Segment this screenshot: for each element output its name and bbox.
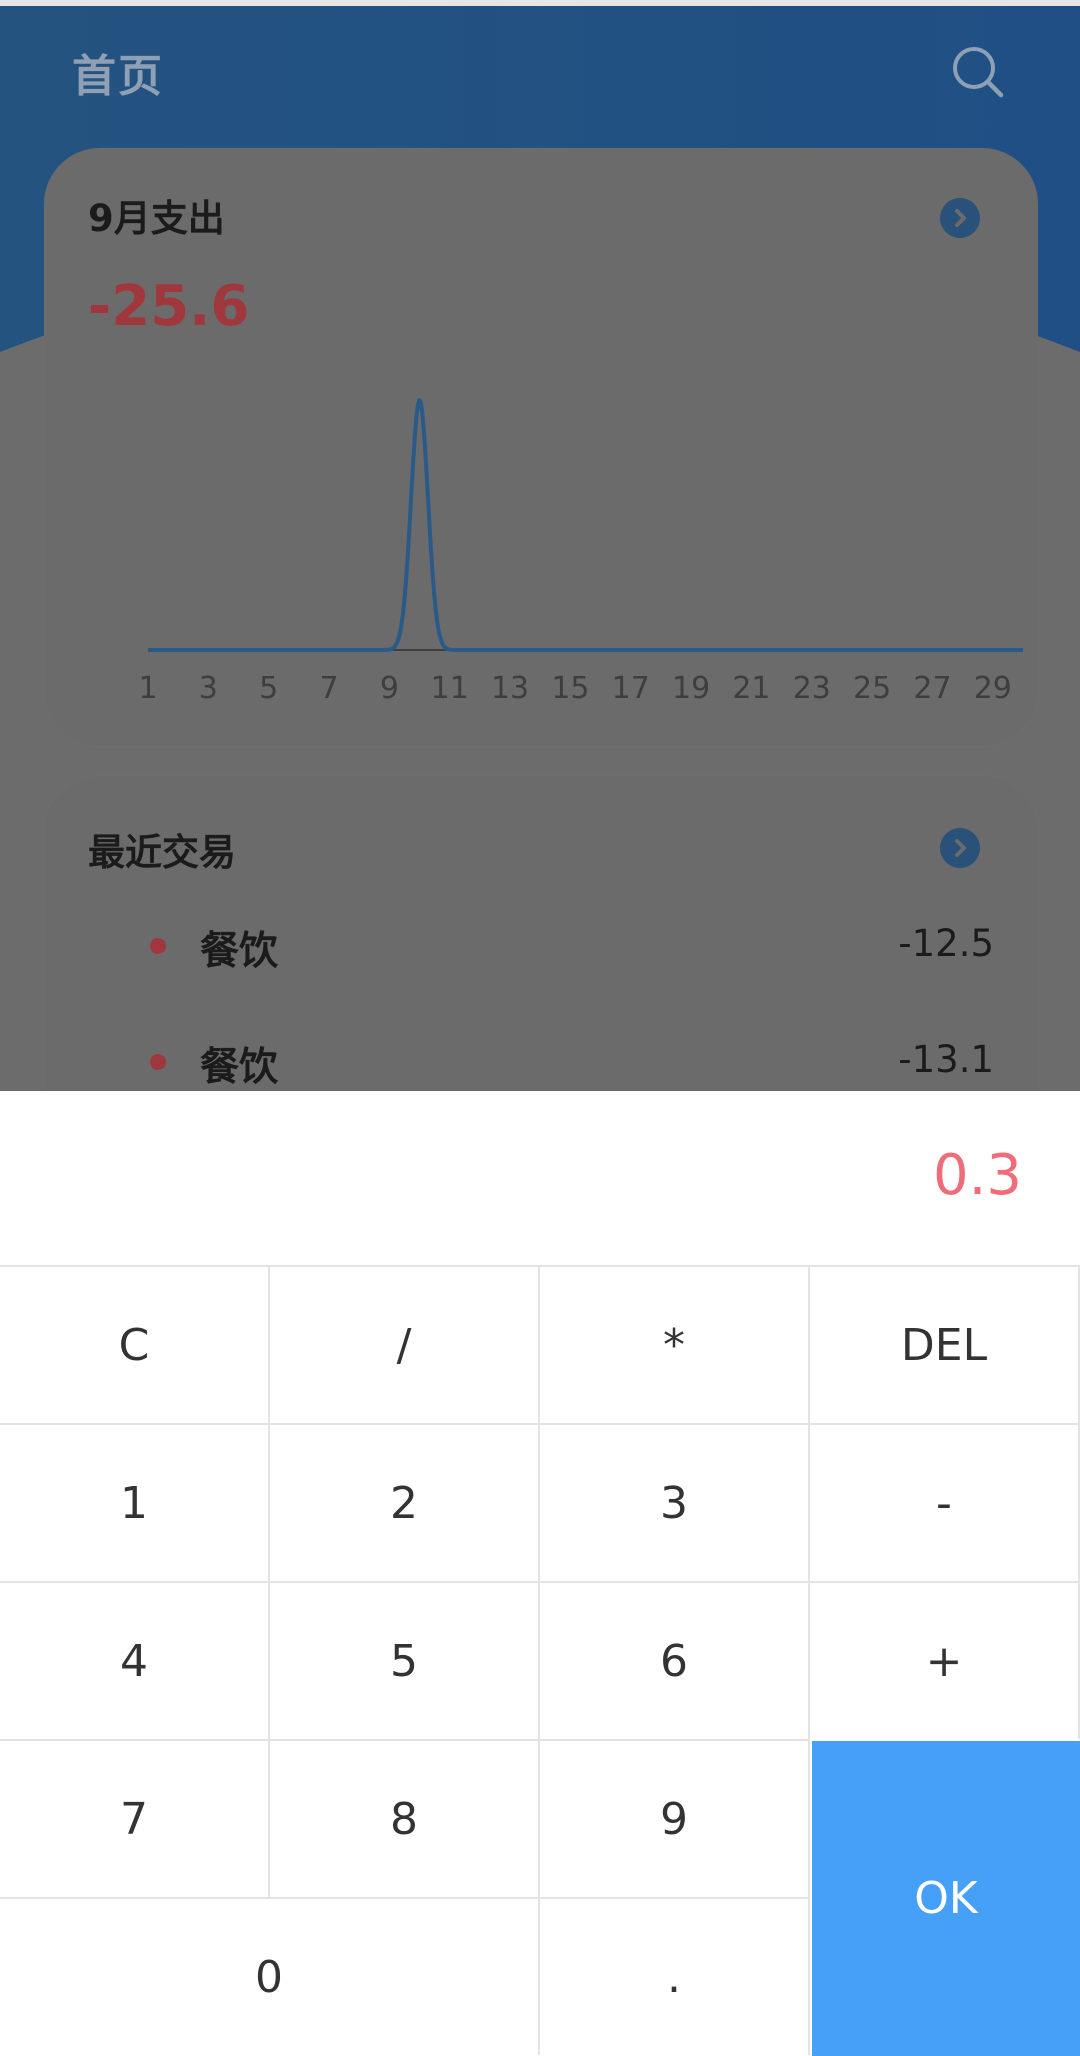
x-tick-label: 25 [853,671,891,706]
page-title: 首页 [72,51,164,102]
key-1[interactable]: 1 [0,1423,270,1581]
key-9[interactable]: 9 [540,1739,810,1897]
x-tick-label: 13 [491,671,529,706]
key-7[interactable]: 7 [0,1739,270,1897]
x-tick-label: 27 [913,671,951,706]
ok-button[interactable]: OK [812,1741,1080,2056]
x-tick-label: 5 [259,671,278,706]
key-clear[interactable]: C [0,1265,270,1423]
expense-line-chart: 1 3 5 7 9 11 13 15 17 19 21 23 25 27 29 [138,398,1024,706]
x-tick-label: 15 [551,671,589,706]
key-8[interactable]: 8 [270,1739,540,1897]
x-tick-label: 17 [612,671,650,706]
key-dot[interactable]: . [540,1897,810,2055]
x-tick-label: 9 [380,671,399,706]
transaction-row[interactable]: 餐饮 -12.5 [88,916,994,976]
expense-total: -25.6 [88,274,250,339]
key-multiply[interactable]: * [540,1265,810,1423]
chevron-right-icon [955,839,966,857]
category-dot [150,938,166,954]
expense-card-title: 9月支出 [88,197,225,240]
key-3[interactable]: 3 [540,1423,810,1581]
x-tick-label: 11 [431,671,469,706]
monthly-expense-card[interactable]: 9月支出 -25.6 1 3 5 7 9 11 13 15 17 19 21 23 25 27 29 [44,148,1038,746]
x-tick-label: 3 [199,671,218,706]
expense-detail-button[interactable] [940,198,980,238]
amount-keypad: 0.3 C / * DEL 1 2 3 - 4 5 6 + 7 8 9 0 . … [0,1091,1080,2056]
category-dot [150,1054,166,1070]
search-icon[interactable] [950,44,1006,100]
key-divide[interactable]: / [270,1265,540,1423]
transaction-amount: -12.5 [898,922,994,965]
transaction-category: 餐饮 [200,929,279,974]
x-tick-label: 19 [672,671,710,706]
key-minus[interactable]: - [810,1423,1080,1581]
x-tick-label: 29 [974,671,1012,706]
key-plus[interactable]: + [810,1581,1080,1739]
transaction-category: 餐饮 [200,1045,279,1090]
key-4[interactable]: 4 [0,1581,270,1739]
chevron-right-icon [955,209,966,227]
recent-detail-button[interactable] [940,828,980,868]
transaction-row[interactable]: 餐饮 -13.1 [88,1032,994,1092]
x-tick-label: 21 [732,671,770,706]
x-tick-label: 23 [793,671,831,706]
keypad-display: 0.3 [932,1143,1022,1208]
x-tick-label: 7 [319,671,338,706]
key-6[interactable]: 6 [540,1581,810,1739]
recent-card-title: 最近交易 [88,831,236,874]
expense-series-line [147,398,1024,652]
x-tick-label: 1 [138,671,157,706]
key-0[interactable]: 0 [0,1897,540,2055]
transaction-amount: -13.1 [898,1038,994,1081]
key-5[interactable]: 5 [270,1581,540,1739]
key-delete[interactable]: DEL [810,1265,1080,1423]
key-2[interactable]: 2 [270,1423,540,1581]
